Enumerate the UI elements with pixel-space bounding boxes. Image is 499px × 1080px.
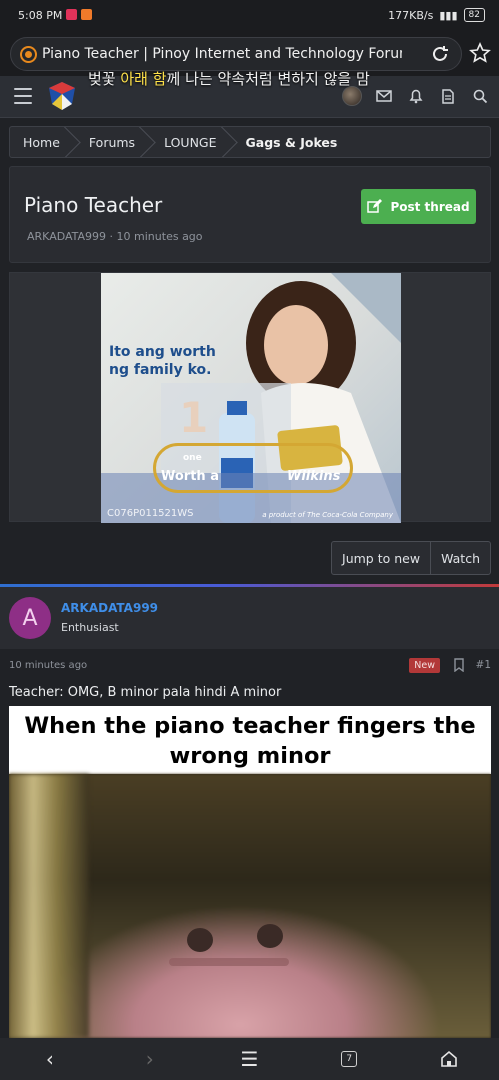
browser-app-icon (81, 9, 92, 20)
ad-brand: Wilkins (287, 469, 341, 484)
ad-footnote: a product of The Coca-Cola Company (262, 511, 393, 519)
lyrics-text-highlight: 아래 함 (120, 70, 167, 88)
site-logo[interactable] (46, 80, 78, 112)
ad-tagline: Ito ang worth ng family ko. (109, 343, 216, 379)
lyrics-text-1: 벚꽃 (88, 70, 121, 88)
envelope-icon[interactable] (373, 85, 395, 107)
user-title: Enthusiast (61, 621, 119, 634)
notification-icons (66, 9, 92, 20)
watch-button[interactable]: Watch (430, 542, 490, 574)
battery-icon: 82 (463, 8, 485, 22)
avatar[interactable]: A (9, 597, 51, 639)
meme-background (9, 774, 89, 1038)
wilkins-ad-image[interactable]: 1 Ito ang worth ng family ko. one Worth … (101, 273, 401, 523)
status-bar: 5:08 PM 177KB/s ▮▮▮ 82 (0, 0, 499, 32)
post-meta: 10 minutes ago New #1 (0, 649, 499, 683)
breadcrumb-home[interactable]: Home (10, 127, 76, 157)
signal-icon: ▮▮▮ (439, 8, 458, 22)
lyrics-text-2: 께 나는 약속처럼 변하지 않을 맘 (166, 70, 370, 88)
post-username[interactable]: ARKADATA999 (61, 601, 158, 615)
post-body-text: Teacher: OMG, B minor pala hindi A minor (9, 685, 282, 700)
thread-time: 10 minutes ago (116, 230, 203, 243)
post-thread-button[interactable]: Post thread (361, 189, 476, 224)
whats-new-icon[interactable] (437, 85, 459, 107)
post-time[interactable]: 10 minutes ago (9, 660, 87, 671)
breadcrumb-gags-jokes[interactable]: Gags & Jokes (233, 127, 354, 157)
ad-tagline-1: Ito ang worth (109, 344, 216, 360)
ad-code: C076P011521WS (107, 508, 194, 519)
page-title: Piano Teacher (24, 193, 163, 217)
bookmark-icon[interactable] (453, 658, 465, 672)
ad-ribbon (153, 443, 353, 493)
search-icon[interactable] (469, 85, 491, 107)
back-icon[interactable]: ‹ (30, 1044, 70, 1074)
breadcrumb: Home Forums LOUNGE Gags & Jokes (9, 126, 491, 158)
advertisement-container: 1 Ito ang worth ng family ko. one Worth … (9, 272, 491, 523)
reload-icon[interactable] (429, 43, 451, 65)
home-icon[interactable] (429, 1044, 469, 1074)
url-text[interactable]: Piano Teacher | Pinoy Internet and Techn… (42, 46, 402, 62)
lyrics-overlay: 벚꽃 아래 함께 나는 약속처럼 변하지 않을 맘 (88, 68, 370, 89)
thread-meta: ARKADATA999 · 10 minutes ago (27, 230, 203, 243)
status-time: 5:08 PM (18, 9, 63, 22)
bell-icon[interactable] (405, 85, 427, 107)
thread-author[interactable]: ARKADATA999 (27, 230, 106, 243)
post-number[interactable]: #1 (476, 659, 491, 671)
menu-icon[interactable] (14, 88, 32, 104)
kirby-mouth (169, 958, 289, 966)
menu-lines-icon[interactable]: ☰ (229, 1044, 269, 1074)
forward-icon[interactable]: › (130, 1044, 170, 1074)
ad-worth: Worth a (161, 469, 219, 484)
tab-count: 7 (341, 1051, 358, 1067)
url-field[interactable]: Piano Teacher | Pinoy Internet and Techn… (10, 37, 462, 71)
edit-icon (367, 199, 383, 213)
network-speed: 177KB/s (388, 8, 434, 22)
site-favicon-icon (20, 46, 37, 63)
post-thread-label: Post thread (390, 199, 470, 214)
ad-tagline-2: ng family ko. (109, 362, 212, 378)
music-app-icon (66, 9, 77, 20)
kirby-left-eye (187, 928, 213, 952)
browser-bottom-nav: ‹ › ☰ 7 (0, 1038, 499, 1080)
post-user-block: A ARKADATA999 Enthusiast (0, 587, 499, 649)
bookmark-star-icon[interactable] (469, 42, 491, 64)
ad-one: one (183, 453, 202, 463)
new-badge: New (409, 658, 440, 673)
ad-number-graphic: 1 (179, 393, 209, 442)
tabs-icon[interactable]: 7 (329, 1044, 369, 1074)
breadcrumb-forums[interactable]: Forums (76, 127, 151, 157)
thread-actions: Jump to new Watch (331, 541, 491, 575)
breadcrumb-lounge[interactable]: LOUNGE (151, 127, 232, 157)
thread-header: Piano Teacher ARKADATA999 · 10 minutes a… (9, 166, 491, 263)
kirby-right-eye (257, 924, 283, 948)
jump-to-new-button[interactable]: Jump to new (332, 542, 430, 574)
meme-image[interactable]: When the piano teacher fingers the wrong… (9, 706, 491, 1038)
meme-caption: When the piano teacher fingers the wrong… (9, 706, 491, 774)
status-right: 177KB/s ▮▮▮ 82 (388, 8, 485, 22)
